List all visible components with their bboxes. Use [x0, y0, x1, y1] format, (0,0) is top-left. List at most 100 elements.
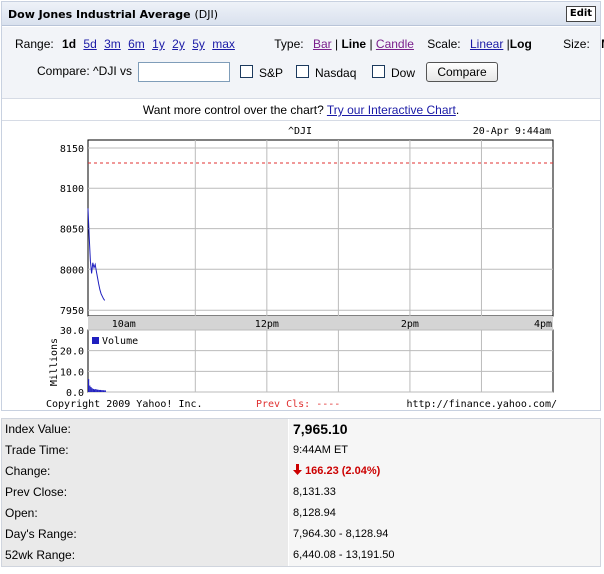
index-symbol: (DJI) [194, 8, 218, 21]
compare-symbol-input[interactable] [138, 62, 230, 82]
quote-value: 7,965.10 [289, 419, 600, 440]
range-5y[interactable]: 5y [192, 37, 205, 51]
quote-label: Trade Time: [2, 440, 288, 461]
scale-log[interactable]: Log [510, 37, 532, 51]
quote-row-change: Change: 166.23 (2.04%) [2, 461, 600, 482]
index-name: Dow Jones Industrial Average [8, 8, 191, 21]
price-chart: ^DJI 20-Apr 9:44am 81508100805080007950 … [46, 126, 557, 410]
compare-button[interactable]: Compare [426, 62, 498, 82]
type-bar[interactable]: Bar [313, 37, 332, 51]
volume-bar [101, 390, 103, 392]
volume-bar [96, 389, 98, 392]
volume-bar [95, 389, 97, 392]
volume-tick-label: 0.0 [66, 388, 84, 399]
chart-copyright: Copyright 2009 Yahoo! Inc. [46, 399, 203, 410]
range-1d[interactable]: 1d [62, 37, 76, 51]
volume-y-axis: 30.0 20.0 10.0 0.0 [60, 326, 84, 399]
quote-value: 8,131.33 [289, 482, 600, 503]
range-6m[interactable]: 6m [128, 37, 145, 51]
panel-title: Dow Jones Industrial Average (DJI) [8, 8, 218, 21]
dow-checkbox[interactable] [372, 65, 385, 78]
volume-bar [88, 379, 90, 392]
type-sep: | [366, 37, 376, 51]
prev-close-legend: Prev Cls: ---- [256, 399, 340, 410]
volume-bar [102, 390, 104, 392]
volume-bar [98, 389, 100, 392]
quote-row-52wk-range: 52wk Range: 6,440.08 - 13,191.50 [2, 545, 600, 566]
type-label: Type: [274, 37, 304, 51]
time-tick-label: 4pm [534, 319, 552, 330]
quote-label: Day's Range: [2, 524, 288, 545]
price-tick-label: 8150 [60, 144, 84, 155]
volume-bar [103, 390, 105, 392]
volume-grid [87, 329, 554, 393]
quote-label: Change: [2, 461, 288, 482]
quote-row-index-value: Index Value: 7,965.10 [2, 419, 600, 440]
panel-header: Dow Jones Industrial Average (DJI) Edit [2, 2, 600, 26]
volume-tick-label: 30.0 [60, 326, 84, 337]
volume-tick-label: 20.0 [60, 347, 84, 358]
range-max[interactable]: max [212, 37, 235, 51]
edit-button[interactable]: Edit [566, 6, 596, 22]
sp500-label: S&P [259, 66, 284, 80]
time-axis-band [88, 316, 553, 330]
volume-bar [99, 389, 102, 392]
price-y-axis: 8150 8100 8050 8000 7950 [60, 144, 84, 317]
price-tick-label: 8050 [60, 225, 84, 236]
price-tick-label: 7950 [60, 306, 84, 317]
quote-label: Prev Close: [2, 482, 288, 503]
volume-plot-frame [87, 329, 554, 393]
volume-bar [89, 385, 91, 392]
type-candle[interactable]: Candle [376, 37, 414, 51]
quote-row-trade-time: Trade Time: 9:44AM ET [2, 440, 600, 461]
volume-bar [92, 388, 94, 392]
volume-axis-label: Millions [49, 338, 60, 386]
time-tick-label: 10am [112, 319, 136, 330]
interactive-chart-link[interactable]: Try our Interactive Chart [327, 103, 456, 117]
scale-linear[interactable]: Linear [470, 37, 503, 51]
price-grid [87, 139, 554, 317]
range-1y[interactable]: 1y [152, 37, 165, 51]
chart-area: ^DJI 20-Apr 9:44am 8150 8100 8050 8000 7950 … [2, 122, 600, 410]
quote-change-cell: 166.23 (2.04%) [289, 461, 600, 482]
chart-timestamp: 20-Apr 9:44am [473, 126, 551, 137]
quote-row-prev-close: Prev Close: 8,131.33 [2, 482, 600, 503]
chart-controls: Range: 1d 5d 3m 6m 1y 2y 5y max Type: Ba… [2, 27, 604, 99]
volume-bar [90, 387, 92, 392]
price-tick-label: 8100 [60, 184, 84, 195]
down-arrow-icon [293, 464, 302, 475]
volume-bar [91, 388, 93, 392]
volume-bar [97, 389, 99, 392]
volume-legend-label: Volume [102, 336, 138, 347]
quote-value: 166.23 (2.04%) [305, 465, 381, 477]
range-5d[interactable]: 5d [83, 37, 96, 51]
sp500-checkbox[interactable] [240, 65, 253, 78]
range-label: Range: [15, 37, 54, 51]
quote-row-days-range: Day's Range: 7,964.30 - 8,128.94 [2, 524, 600, 545]
price-plot-frame [87, 139, 554, 317]
volume-tick-label: 10.0 [60, 367, 84, 378]
scale-label: Scale: [427, 37, 461, 51]
nasdaq-checkbox[interactable] [296, 65, 309, 78]
range-2y[interactable]: 2y [172, 37, 185, 51]
size-label: Size: [563, 37, 590, 51]
price-tick-label: 8000 [60, 265, 84, 276]
interactive-chart-promo: Want more control over the chart? Try ou… [2, 101, 600, 121]
quote-label: Index Value: [2, 419, 288, 440]
chart-title: ^DJI [288, 126, 312, 137]
volume-bar [93, 389, 96, 392]
range-3m[interactable]: 3m [104, 37, 121, 51]
quote-row-open: Open: 8,128.94 [2, 503, 600, 524]
quote-label: Open: [2, 503, 288, 524]
type-line[interactable]: Line [341, 37, 366, 51]
compare-label: Compare: ^DJI vs [37, 64, 132, 78]
time-tick-label: 12pm [255, 319, 279, 330]
quote-table: Index Value: 7,965.10 Trade Time: 9:44AM… [1, 418, 601, 567]
quote-value: 9:44AM ET [289, 440, 600, 461]
quote-value: 8,128.94 [289, 503, 600, 524]
volume-bar [104, 390, 106, 392]
nasdaq-label: Nasdaq [315, 66, 357, 80]
chart-source-url: http://finance.yahoo.com/ [406, 399, 557, 410]
promo-text: Want more control over the chart? [142, 103, 324, 117]
type-sep: | [331, 37, 342, 51]
